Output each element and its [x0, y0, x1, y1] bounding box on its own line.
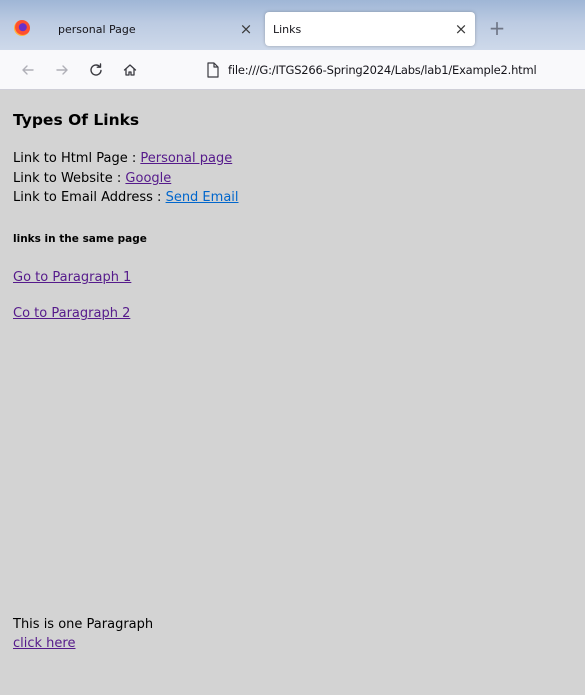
tab-personal-page[interactable]: personal Page × [44, 12, 260, 46]
personal-page-link[interactable]: Personal page [140, 151, 232, 166]
link-row-website: Link to Website : Google [13, 171, 171, 186]
link-label: Link to Website : [13, 171, 122, 186]
tab-strip: personal Page × Links × + [0, 0, 585, 50]
arrow-right-icon [56, 65, 68, 75]
google-link[interactable]: Google [125, 171, 171, 186]
go-to-paragraph-2-link[interactable]: Co to Paragraph 2 [13, 306, 130, 321]
link-label: Link to Email Address : [13, 190, 162, 205]
reload-icon [90, 63, 102, 76]
tab-title: personal Page [58, 22, 136, 36]
anchor-row-1: Go to Paragraph 1 [13, 270, 131, 285]
tab-links[interactable]: Links × [265, 12, 475, 46]
anchor-row-2: Co to Paragraph 2 [13, 306, 130, 321]
close-tab-icon[interactable]: × [232, 21, 260, 37]
paragraph-text: This is one Paragraph [13, 617, 154, 632]
click-here-link[interactable]: click here [13, 636, 75, 651]
navigation-bar: file:///G:/ITGS266-Spring2024/Labs/lab1/… [0, 50, 585, 90]
link-label: Link to Html Page : [13, 151, 137, 166]
page-content: Types Of Links Link to Html Page : Perso… [0, 90, 585, 695]
new-tab-button[interactable]: + [485, 14, 509, 42]
arrow-left-icon [22, 65, 34, 75]
home-button[interactable] [117, 56, 143, 84]
back-button[interactable] [15, 56, 41, 84]
send-email-link[interactable]: Send Email [166, 190, 239, 205]
click-here-row: click here [13, 636, 75, 651]
reload-button[interactable] [83, 56, 109, 84]
page-heading: Types Of Links [13, 111, 140, 129]
same-page-links-heading: links in the same page [13, 233, 147, 245]
link-row-email: Link to Email Address : Send Email [13, 190, 239, 205]
firefox-logo-icon [14, 20, 30, 36]
forward-button[interactable] [49, 56, 75, 84]
url-bar[interactable]: file:///G:/ITGS266-Spring2024/Labs/lab1/… [200, 56, 585, 84]
url-text[interactable]: file:///G:/ITGS266-Spring2024/Labs/lab1/… [228, 63, 536, 77]
close-tab-icon[interactable]: × [447, 21, 475, 37]
go-to-paragraph-1-link[interactable]: Go to Paragraph 1 [13, 270, 131, 285]
home-icon [123, 64, 137, 76]
tab-title: Links [273, 22, 302, 36]
link-row-html-page: Link to Html Page : Personal page [13, 151, 232, 166]
page-icon [207, 62, 219, 78]
